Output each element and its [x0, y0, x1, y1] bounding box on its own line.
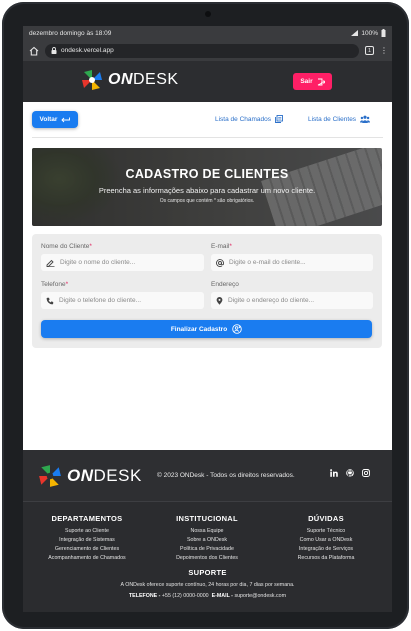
email-value[interactable]: suporte@ondesk.com: [234, 593, 286, 599]
instagram-icon[interactable]: [362, 469, 370, 477]
name-label: Nome do Cliente*: [41, 243, 92, 250]
screen: dezembro domingo às 18:09 100% ondesk.ve…: [23, 26, 392, 612]
clients-icon: [360, 115, 371, 123]
hero-banner: CADASTRO DE CLIENTES Preencha as informa…: [32, 148, 382, 226]
footer-link[interactable]: Integração de Sistemas: [27, 536, 147, 545]
footer-link[interactable]: Gerenciamento de Clientes: [27, 545, 147, 554]
footer-column-duvidas: DÚVIDAS Suporte Técnico Como Usar a ONDe…: [266, 514, 386, 563]
battery-icon: [381, 29, 386, 37]
add-user-icon: [232, 324, 242, 334]
footer-top: ONDESK © 2023 ONDesk - Todos os direitos…: [23, 450, 392, 502]
footer-link[interactable]: Suporte ao Cliente: [27, 527, 147, 536]
github-icon[interactable]: [346, 469, 354, 477]
status-time: dezembro domingo às 18:09: [29, 29, 112, 37]
email-field[interactable]: Digite o e-mail do cliente...: [211, 254, 373, 271]
logo-desk: DESK: [133, 71, 179, 88]
footer-logo-desk: DESK: [93, 466, 142, 485]
footer-link[interactable]: Depoimentos dos Clientes: [147, 554, 267, 563]
lock-icon: [51, 47, 57, 54]
status-bar: dezembro domingo às 18:09 100%: [23, 26, 392, 40]
footer-column-title: DEPARTAMENTOS: [51, 514, 123, 523]
footer-link[interactable]: Política de Privacidade: [147, 545, 267, 554]
email-label: E-mail*: [211, 243, 232, 250]
support-text: A ONDesk oferece suporte contínuo, 24 ho…: [120, 582, 295, 588]
signal-icon: [351, 30, 359, 36]
footer-column-title: DÚVIDAS: [308, 514, 344, 523]
address-bar[interactable]: ondesk.vercel.app: [45, 43, 359, 58]
logout-icon: [317, 78, 325, 85]
support-contact: TELEFONE - +55 (12) 0000-0000 E-MAIL - s…: [23, 593, 392, 599]
back-arrow-icon: [61, 117, 71, 122]
site-header: ONDESK Sair: [23, 61, 392, 102]
page-subtitle: Preencha as informações abaixo para cada…: [98, 186, 316, 195]
logout-label: Sair: [300, 78, 313, 85]
footer-logo-on: ON: [67, 466, 94, 485]
footer-column-title: INSTITUCIONAL: [176, 514, 238, 523]
camera: [205, 11, 211, 17]
footer-column-institucional: INSTITUCIONAL Nossa Equipe Sobre a ONDes…: [147, 514, 267, 563]
footer-logo-text: ONDESK: [67, 466, 142, 486]
tickets-list-label: Lista de Chamados: [215, 115, 272, 123]
footer-link[interactable]: Acompanhamento de Chamados: [27, 554, 147, 563]
name-field[interactable]: Digite o nome do cliente...: [41, 254, 204, 271]
page-nav: Voltar Lista de Chamados Lista de Client…: [23, 102, 392, 138]
logout-button[interactable]: Sair: [293, 73, 332, 90]
submit-button[interactable]: Finalizar Cadastro: [41, 320, 372, 338]
address-placeholder: Digite o endereço do cliente...: [228, 297, 314, 304]
clients-list-label: Lista de Clientes: [308, 115, 357, 123]
footer-link[interactable]: Suporte Técnico: [266, 527, 386, 536]
nav-divider: [32, 137, 383, 138]
email-label: E-MAIL -: [211, 593, 233, 599]
footer-link[interactable]: Como Usar a ONDesk: [266, 536, 386, 545]
phone-label: TELEFONE -: [128, 593, 161, 599]
phone-icon: [46, 297, 54, 304]
site-footer: ONDESK © 2023 ONDesk - Todos os direitos…: [23, 450, 392, 612]
header-logo[interactable]: ONDESK: [81, 69, 179, 91]
name-placeholder: Digite o nome do cliente...: [60, 259, 136, 266]
location-icon: [216, 296, 223, 305]
phone-label: Telefone*: [41, 281, 69, 288]
ticket-list-icon: [275, 115, 283, 123]
tickets-list-link[interactable]: Lista de Chamados: [215, 115, 283, 123]
logo-on: ON: [108, 71, 133, 88]
ondesk-logo-icon: [39, 465, 61, 487]
back-label: Voltar: [39, 116, 58, 123]
at-icon: [216, 258, 224, 267]
address-label: Endereço: [211, 281, 239, 288]
phone-placeholder: Digite o telefone do cliente...: [59, 297, 142, 304]
tab-count-icon[interactable]: 1: [365, 46, 374, 55]
footer-column-departamentos: DEPARTAMENTOS Suporte ao Cliente Integra…: [27, 514, 147, 563]
phone-value[interactable]: +55 (12) 0000-0000: [162, 593, 209, 599]
phone-field[interactable]: Digite o telefone do cliente...: [41, 292, 204, 309]
clients-list-link[interactable]: Lista de Clientes: [308, 115, 371, 123]
required-fields-note: Os campos que contém * são obrigatórios.: [159, 198, 255, 204]
submit-label: Finalizar Cadastro: [170, 325, 228, 333]
page-title: CADASTRO DE CLIENTES: [125, 167, 289, 181]
client-form: Nome do Cliente* Digite o nome do client…: [32, 234, 382, 348]
footer-link[interactable]: Sobre a ONDesk: [147, 536, 267, 545]
battery-level: 100%: [361, 29, 378, 37]
copyright: © 2023 ONDesk - Todos os direitos reserv…: [157, 472, 295, 479]
email-placeholder: Digite o e-mail do cliente...: [229, 259, 306, 266]
home-icon[interactable]: [29, 46, 39, 56]
footer-link[interactable]: Recursos da Plataforma: [266, 554, 386, 563]
footer-link[interactable]: Integração de Serviços: [266, 545, 386, 554]
browser-toolbar: ondesk.vercel.app 1 ⋮: [23, 40, 392, 61]
ondesk-logo-icon: [82, 70, 102, 90]
footer-link[interactable]: Nossa Equipe: [147, 527, 267, 536]
url-text: ondesk.vercel.app: [61, 47, 114, 54]
social-links: [330, 469, 370, 477]
menu-icon[interactable]: ⋮: [380, 46, 388, 54]
tablet-frame: dezembro domingo às 18:09 100% ondesk.ve…: [2, 2, 409, 629]
footer-logo[interactable]: ONDESK: [38, 464, 142, 488]
logo-text: ONDESK: [108, 71, 179, 89]
support-title: SUPORTE: [188, 568, 227, 577]
back-button[interactable]: Voltar: [32, 111, 78, 128]
linkedin-icon[interactable]: [330, 469, 338, 477]
pen-icon: [46, 259, 55, 267]
address-field[interactable]: Digite o endereço do cliente...: [211, 292, 373, 309]
